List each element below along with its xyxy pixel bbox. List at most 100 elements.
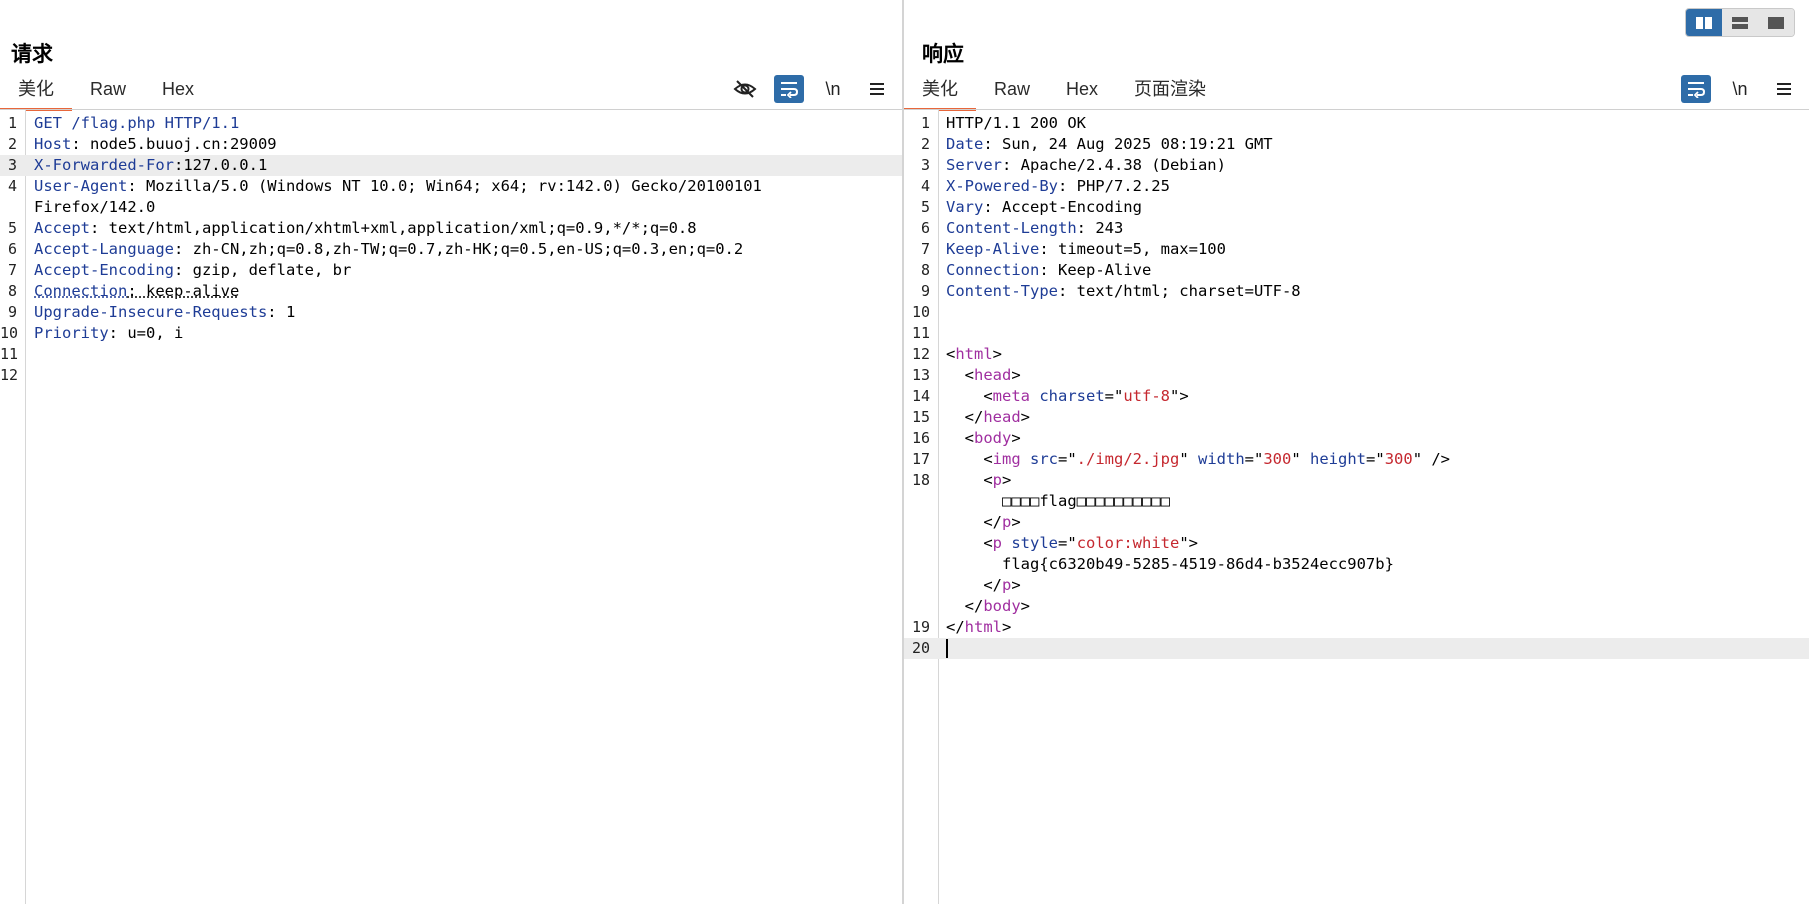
wrap-icon[interactable]	[774, 75, 804, 103]
code-token: >	[1002, 618, 1012, 636]
code-token: </	[946, 618, 965, 636]
line-text: <p style="color:white">	[946, 533, 1198, 554]
line-number: 1	[920, 114, 930, 132]
line-number: 8	[920, 261, 930, 279]
code-line: 9 Content-Type: text/html; charset=UTF-8	[904, 281, 1809, 302]
line-number: 5	[7, 219, 17, 237]
hide-eye-icon[interactable]	[730, 75, 760, 103]
request-tabs: 美化 Raw Hex	[0, 74, 212, 111]
code-token: p	[992, 534, 1003, 552]
code-token: src	[1020, 450, 1058, 468]
newline-icon[interactable]: \n	[818, 75, 848, 103]
code-token: ="	[1244, 450, 1264, 468]
response-editor[interactable]: 1 HTTP/1.1 200 OK 2 Date: Sun, 24 Aug 2025 …	[904, 110, 1809, 904]
code-token: : text/html,application/xhtml+xml,applic…	[90, 219, 697, 237]
request-title: 请求	[11, 43, 53, 66]
line-number: 18	[911, 471, 930, 489]
response-tab-pretty[interactable]: 美化	[904, 74, 976, 111]
code-line: 5 Accept: text/html,application/xhtml+xml…	[0, 218, 902, 239]
code-token: 300	[1263, 450, 1292, 468]
request-tab-hex[interactable]: Hex	[144, 74, 212, 111]
code-token: HTTP/1.1 200 OK	[946, 114, 1086, 132]
text-cursor	[946, 639, 948, 658]
wrap-icon[interactable]	[1681, 75, 1711, 103]
code-token: Content-Type	[946, 282, 1058, 300]
code-token: : Accept-Encoding	[983, 198, 1142, 216]
code-token: Host	[34, 135, 72, 153]
code-token: : Mozilla/5.0 (Windows NT 10.0; Win64; x…	[127, 177, 762, 195]
code-token: : Sun, 24 Aug 2025 08:19:21 GMT	[983, 135, 1273, 153]
menu-icon[interactable]	[862, 75, 892, 103]
code-token: >	[1002, 471, 1012, 489]
request-tab-raw[interactable]: Raw	[72, 74, 144, 111]
code-token: X-Forwarded-For	[34, 156, 174, 174]
single-pane-icon[interactable]	[1758, 9, 1794, 36]
line-number: 13	[911, 366, 930, 384]
code-token: "	[1179, 450, 1189, 468]
line-text: </html>	[946, 617, 1011, 638]
line-text: Firefox/142.0	[34, 197, 155, 218]
line-number: 12	[0, 366, 19, 384]
line-text: Accept: text/html,application/xhtml+xml,…	[34, 218, 697, 239]
code-token: >	[992, 345, 1003, 363]
line-text: <p>	[946, 470, 1011, 491]
line-number: 17	[911, 450, 930, 468]
code-token: <	[946, 345, 956, 363]
code-token: <	[946, 450, 993, 468]
code-token: Date	[946, 135, 984, 153]
code-token: Accept-Encoding	[34, 261, 174, 279]
line-text: X-Forwarded-For:127.0.0.1	[34, 155, 267, 176]
code-token: p	[1002, 513, 1012, 531]
code-token: : u=0, i	[108, 324, 184, 342]
response-tab-hex[interactable]: Hex	[1048, 74, 1116, 111]
split-vertical-icon[interactable]	[1722, 9, 1758, 36]
code-token: Firefox/142.0	[34, 198, 156, 216]
code-line: 8 Connection: Keep-Alive	[904, 260, 1809, 281]
code-token: >	[1011, 366, 1021, 384]
line-text: X-Powered-By: PHP/7.2.25	[946, 176, 1170, 197]
request-tab-pretty[interactable]: 美化	[0, 74, 72, 111]
code-token: : Apache/2.4.38 (Debian)	[1002, 156, 1226, 174]
code-line: 4 X-Powered-By: PHP/7.2.25	[904, 176, 1809, 197]
code-line: 7 Keep-Alive: timeout=5, max=100	[904, 239, 1809, 260]
line-number: 3	[7, 156, 17, 174]
code-token: >	[1011, 576, 1021, 594]
code-line: 3 X-Forwarded-For:127.0.0.1	[0, 155, 902, 176]
response-tabs: 美化 Raw Hex 页面渲染	[904, 74, 1224, 111]
line-text: User-Agent: Mozilla/5.0 (Windows NT 10.0…	[34, 176, 762, 197]
code-token: <	[946, 387, 993, 405]
line-number: 1	[7, 114, 17, 132]
line-number: 4	[920, 177, 930, 195]
code-token: ="	[1104, 387, 1124, 405]
code-line: 12	[0, 365, 902, 386]
newline-icon[interactable]: \n	[1725, 75, 1755, 103]
menu-icon[interactable]	[1769, 75, 1799, 103]
code-token: 300	[1384, 450, 1413, 468]
line-text	[946, 638, 948, 659]
code-token: : gzip, deflate, br	[173, 261, 352, 279]
code-line: 15 </head>	[904, 407, 1809, 428]
response-tab-render[interactable]: 页面渲染	[1116, 74, 1224, 111]
code-token: <	[946, 429, 974, 447]
code-token: "	[1291, 450, 1301, 468]
request-editor[interactable]: 1 GET /flag.php HTTP/1.1 2 Host: node5.buuo…	[0, 110, 902, 904]
code-token: User-Agent	[34, 177, 128, 195]
code-line: 8 Connection: keep-alive	[0, 281, 902, 302]
code-token: >	[1011, 429, 1021, 447]
code-token: >	[1020, 408, 1030, 426]
line-number: 10	[0, 324, 19, 342]
split-horizontal-icon[interactable]	[1686, 9, 1722, 36]
line-number: 6	[7, 240, 17, 258]
line-number: 7	[7, 261, 17, 279]
code-token: ="	[1366, 450, 1385, 468]
code-token: " />	[1412, 450, 1451, 468]
code-token: <	[946, 534, 993, 552]
line-text: <body>	[946, 428, 1021, 449]
response-tab-raw[interactable]: Raw	[976, 74, 1048, 111]
code-token: <	[946, 471, 993, 489]
code-line: 12 <html>	[904, 344, 1809, 365]
code-line: 1 HTTP/1.1 200 OK	[904, 113, 1809, 134]
line-text: Content-Type: text/html; charset=UTF-8	[946, 281, 1301, 302]
code-line: <p style="color:white">	[904, 533, 1809, 554]
code-token: Connection	[34, 282, 128, 300]
